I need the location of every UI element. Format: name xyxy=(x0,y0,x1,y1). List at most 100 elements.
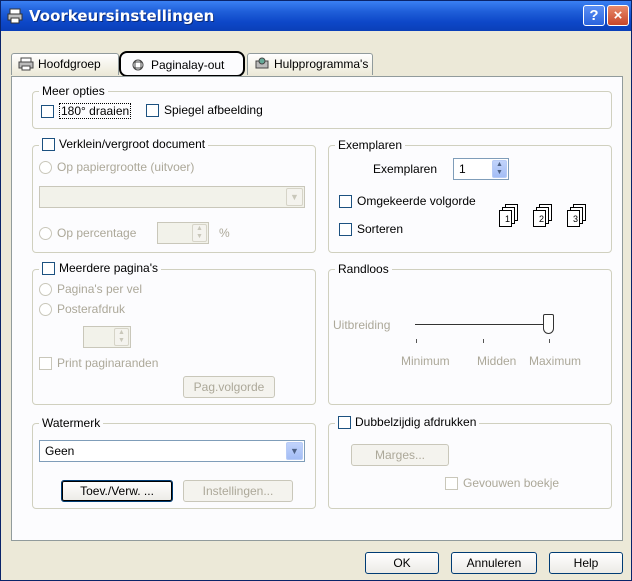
expansion-slider[interactable] xyxy=(411,314,561,343)
group-dubbelzijdig: Dubbelzijdig afdrukken Marges... Gevouwe… xyxy=(328,415,612,509)
sorteren-checkbox[interactable]: Sorteren xyxy=(339,222,403,236)
percentage-spinner[interactable]: ▲ ▼ xyxy=(157,222,209,244)
checkbox-label: Dubbelzijdig afdrukken xyxy=(355,415,477,429)
radio-circle xyxy=(39,302,52,316)
rotate-checkbox[interactable]: 180° draaien xyxy=(41,103,132,119)
group-legend: Exemplaren xyxy=(335,138,406,152)
radio-label: Op percentage xyxy=(57,226,137,240)
tab-panel-paginalayout: Meer opties 180° draaien Spiegel afbeeld… xyxy=(11,76,623,541)
spinner-arrows-icon: ▲ ▼ xyxy=(492,160,507,178)
tab-bar: Hoofdgroep Hulpprogramma's Paginalay-out xyxy=(11,51,623,77)
print-paginaranden-checkbox[interactable]: Print paginaranden xyxy=(39,356,158,370)
radio-circle xyxy=(39,226,52,240)
tick-label-maximum: Maximum xyxy=(529,354,582,368)
checkbox-box xyxy=(146,103,159,117)
marges-button[interactable]: Marges... xyxy=(351,444,449,466)
watermark-dropdown[interactable]: Geen ▼ xyxy=(39,440,305,462)
per-vel-radio[interactable]: Pagina's per vel xyxy=(39,282,142,296)
annuleren-button[interactable]: Annuleren xyxy=(451,552,537,574)
instellingen-button[interactable]: Instellingen... xyxy=(183,480,293,502)
dropdown-value: Geen xyxy=(45,444,75,458)
checkbox-label: Gevouwen boekje xyxy=(463,476,560,490)
checkbox-box xyxy=(39,356,52,370)
tab-paginalayout[interactable]: Paginalay-out xyxy=(119,51,245,77)
help-title-button[interactable]: ? xyxy=(583,5,605,26)
collate-page-icon: 2 xyxy=(533,204,555,228)
group-verklein: Verklein/vergroot document Op papiergroo… xyxy=(32,137,316,253)
group-legend: Randloos xyxy=(335,262,392,276)
page-layout-icon xyxy=(132,59,144,71)
radio-label: Posterafdruk xyxy=(57,302,126,316)
tab-label: Hulpprogramma's xyxy=(274,57,369,71)
checkbox-label: 180° draaien xyxy=(59,103,132,119)
collate-page-icon: 1 xyxy=(499,204,521,228)
uitbreiding-label: Uitbreiding xyxy=(333,318,391,332)
tab-hulpprogrammas[interactable]: Hulpprogramma's xyxy=(247,53,373,75)
tick-label-minimum: Minimum xyxy=(401,354,450,368)
pages-spinner[interactable]: ▲ ▼ xyxy=(83,326,131,348)
checkbox-label: Verklein/vergroot document xyxy=(59,137,206,151)
dubbelzijdig-checkbox[interactable]: Dubbelzijdig afdrukken xyxy=(335,415,480,429)
slider-tick xyxy=(416,339,417,343)
window-title: Voorkeursinstellingen xyxy=(29,7,215,25)
slider-thumb[interactable] xyxy=(543,314,554,334)
slider-tick xyxy=(483,339,484,343)
exemplaren-label: Exemplaren xyxy=(373,162,438,176)
poster-radio[interactable]: Posterafdruk xyxy=(39,302,125,316)
slider-tick xyxy=(549,339,550,343)
tab-label: Paginalay-out xyxy=(151,58,225,72)
spinner-arrows-icon: ▲ ▼ xyxy=(192,224,207,242)
radio-label: Pagina's per vel xyxy=(57,282,143,296)
copies-spinner[interactable]: 1 ▲ ▼ xyxy=(453,158,509,180)
group-watermerk: Watermerk Geen ▼ Toev./Verw. ... Instell… xyxy=(32,416,316,509)
verklein-checkbox[interactable]: Verklein/vergroot document xyxy=(39,137,209,151)
group-meerdere: Meerdere pagina's Pagina's per vel Poste… xyxy=(32,261,316,405)
checkbox-box xyxy=(42,137,55,151)
group-exemplaren: Exemplaren Exemplaren 1 ▲ ▼ Omgekeerde vo… xyxy=(328,138,612,253)
checkbox-box xyxy=(338,415,351,429)
group-meer-opties: Meer opties 180° draaien Spiegel afbeeld… xyxy=(32,84,612,129)
pag-volgorde-button[interactable]: Pag.volgorde xyxy=(183,376,275,398)
checkbox-label: Print paginaranden xyxy=(57,356,159,370)
op-percentage-radio[interactable]: Op percentage xyxy=(39,226,136,240)
checkbox-box xyxy=(339,194,352,208)
percent-sign: % xyxy=(219,226,230,240)
tab-hoofdgroep[interactable]: Hoofdgroep xyxy=(11,53,119,75)
help-button[interactable]: Help xyxy=(549,552,623,574)
gevouwen-boekje-checkbox[interactable]: Gevouwen boekje xyxy=(445,476,559,490)
checkbox-box xyxy=(42,261,55,275)
mirror-checkbox[interactable]: Spiegel afbeelding xyxy=(146,103,263,117)
group-legend: Meer opties xyxy=(39,84,108,98)
ok-button[interactable]: OK xyxy=(365,552,439,574)
tab-label: Hoofdgroep xyxy=(38,57,101,71)
paper-size-dropdown[interactable]: ▼ xyxy=(39,186,305,208)
checkbox-label: Sorteren xyxy=(357,222,404,236)
printer-icon xyxy=(18,57,34,71)
copies-value: 1 xyxy=(459,162,466,176)
op-papiergrootte-radio[interactable]: Op papiergrootte (uitvoer) xyxy=(39,160,194,174)
radio-circle xyxy=(39,282,52,296)
group-randloos: Randloos Uitbreiding Minimum Midden Maxi… xyxy=(328,262,612,405)
chevron-down-icon: ▼ xyxy=(286,188,303,206)
meerdere-paginas-checkbox[interactable]: Meerdere pagina's xyxy=(39,261,162,275)
title-bar[interactable]: Voorkeursinstellingen ? × xyxy=(1,1,631,31)
spinner-arrows-icon: ▲ ▼ xyxy=(114,328,129,346)
slider-track xyxy=(415,324,551,326)
checkbox-label: Spiegel afbeelding xyxy=(164,103,263,117)
group-legend: Watermerk xyxy=(39,416,104,430)
utility-icon xyxy=(255,57,269,69)
tick-label-midden: Midden xyxy=(477,354,517,368)
checkbox-label: Meerdere pagina's xyxy=(59,261,159,275)
close-button[interactable]: × xyxy=(607,5,629,26)
collate-page-icon: 3 xyxy=(567,204,589,228)
checkbox-box xyxy=(339,222,352,236)
checkbox-box xyxy=(41,104,54,118)
checkbox-label: Omgekeerde volgorde xyxy=(357,194,476,208)
toev-verw-button[interactable]: Toev./Verw. ... xyxy=(61,480,173,502)
checkbox-box xyxy=(445,476,458,490)
chevron-down-icon: ▼ xyxy=(286,442,303,460)
omgekeerde-volgorde-checkbox[interactable]: Omgekeerde volgorde xyxy=(339,194,476,208)
printer-icon xyxy=(7,8,23,24)
radio-label: Op papiergrootte (uitvoer) xyxy=(57,160,195,174)
preferences-dialog: Voorkeursinstellingen ? × Hoofdgroep Hul… xyxy=(0,0,632,581)
